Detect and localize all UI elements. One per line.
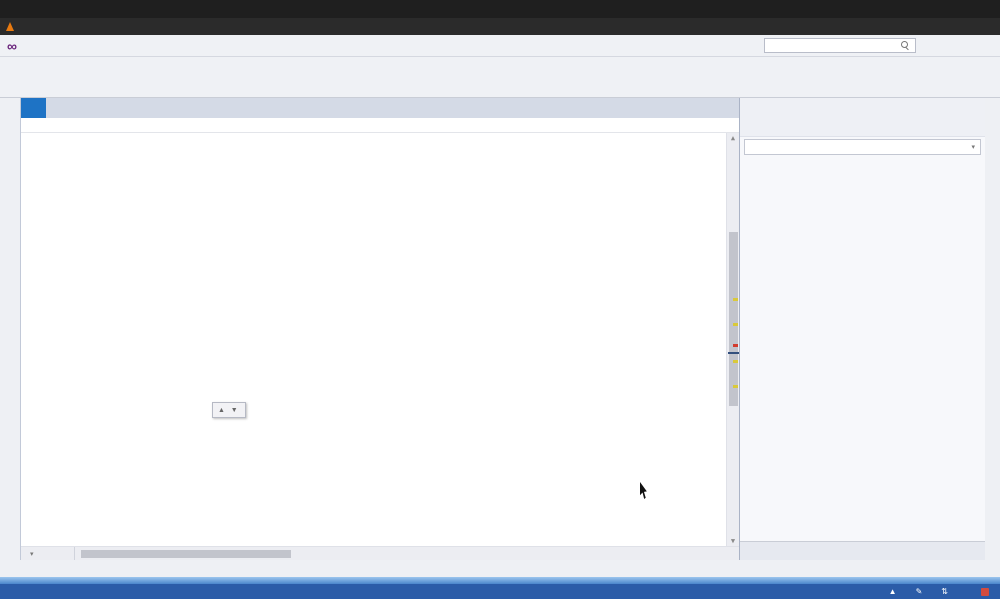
modified-mark bbox=[733, 298, 738, 302]
vertical-scrollbar[interactable]: ▲ ▼ bbox=[726, 133, 739, 546]
code-editor[interactable]: ▲ ▼ bbox=[21, 133, 739, 546]
vs-titlebar[interactable]: ∞ bbox=[0, 35, 1000, 57]
arrow-up-icon: ▲ bbox=[888, 587, 897, 596]
vlc-seekbar[interactable] bbox=[0, 577, 1000, 584]
status-bar: ▲ ✎ ⇅ bbox=[0, 584, 1000, 599]
modified-mark bbox=[733, 360, 738, 364]
clip-badge-icon bbox=[981, 587, 989, 596]
left-tool-strip bbox=[0, 98, 20, 560]
vs-toolbar bbox=[0, 74, 1000, 98]
signature-help-tooltip: ▲ ▼ bbox=[212, 402, 247, 418]
status-clip bbox=[981, 587, 992, 596]
screen: ∞ ▲ ▼ ▾ ▾ ▲ ✎ ⇅ ▲ ▼ bbox=[0, 0, 1000, 599]
chevron-down-icon: ▾ bbox=[971, 144, 975, 151]
vlc-cone-icon bbox=[6, 22, 14, 31]
publish-icon: ⇅ bbox=[941, 587, 948, 596]
error-mark bbox=[733, 343, 738, 347]
scroll-down-icon[interactable]: ▼ bbox=[727, 537, 739, 545]
solution-explorer-panel: ▾ bbox=[739, 98, 985, 560]
git-uncommitted-changes[interactable]: ✎ bbox=[916, 587, 926, 596]
status-repository[interactable]: ⇅ bbox=[941, 587, 951, 596]
vs-menubar bbox=[0, 57, 1000, 74]
visual-studio-logo-icon: ∞ bbox=[7, 37, 17, 54]
hscrollbar-thumb[interactable] bbox=[81, 549, 291, 558]
quick-launch-input[interactable] bbox=[764, 38, 916, 53]
solution-explorer-header[interactable] bbox=[740, 98, 985, 117]
horizontal-scrollbar-row: ▾ bbox=[21, 546, 739, 560]
zoom-control[interactable]: ▾ bbox=[21, 547, 75, 560]
solution-explorer-toolbar bbox=[740, 117, 985, 137]
solution-explorer-search-input[interactable]: ▾ bbox=[744, 139, 981, 155]
vlc-seekbar-fill bbox=[0, 577, 1000, 584]
main-area: ▲ ▼ ▾ ▾ bbox=[0, 98, 1000, 560]
right-tool-strip bbox=[985, 98, 1000, 560]
modified-mark bbox=[733, 384, 738, 388]
solution-tree bbox=[740, 157, 985, 541]
vlc-titlebar[interactable] bbox=[0, 0, 1000, 18]
vlc-menubar bbox=[0, 18, 1000, 35]
bottom-tool-tabs bbox=[0, 560, 1000, 577]
overload-down-icon[interactable]: ▼ bbox=[231, 407, 238, 414]
pencil-icon: ✎ bbox=[915, 587, 923, 596]
explorer-bottom-tabs bbox=[740, 541, 985, 560]
overload-up-icon[interactable]: ▲ bbox=[218, 407, 225, 414]
scrollbar-thumb[interactable] bbox=[729, 232, 738, 406]
tab-startup-cs[interactable] bbox=[21, 98, 46, 118]
document-tab-row bbox=[21, 98, 739, 118]
editor-column: ▲ ▼ ▾ bbox=[20, 98, 739, 560]
caret-position-mark bbox=[728, 351, 739, 354]
scroll-up-icon[interactable]: ▲ bbox=[727, 134, 739, 142]
titlebar-right bbox=[755, 38, 993, 53]
search-icon bbox=[901, 41, 910, 50]
git-unpushed-commits[interactable]: ▲ bbox=[889, 587, 900, 596]
navigation-bar bbox=[21, 118, 739, 133]
chevron-down-icon: ▾ bbox=[30, 550, 34, 558]
modified-mark bbox=[733, 322, 738, 326]
